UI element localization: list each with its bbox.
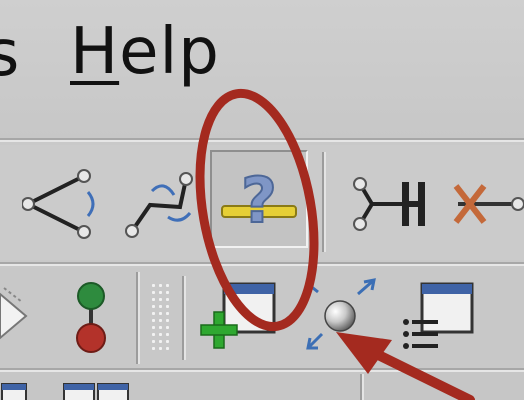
window-icon xyxy=(1,383,27,400)
add-window-button[interactable] xyxy=(200,282,280,352)
partial-toolbar-button[interactable] xyxy=(62,380,134,400)
arrow-right-button[interactable] xyxy=(0,282,34,352)
zoom-fit-icon xyxy=(306,278,376,350)
menu-separator-highlight xyxy=(0,140,524,142)
delete-bond-icon xyxy=(453,184,524,224)
query-help-icon: ? xyxy=(221,163,297,238)
atom-bond-button[interactable] xyxy=(68,278,114,358)
window-split-icon xyxy=(63,383,129,400)
toolbar-separator-highlight xyxy=(0,264,524,266)
hydrogen-bond-icon xyxy=(353,177,425,231)
angle-measure-button[interactable] xyxy=(22,168,100,240)
atom-bond-icon xyxy=(76,282,106,353)
hydrogen-bond-button[interactable] xyxy=(350,172,428,236)
menu-item-help[interactable]: Help xyxy=(70,20,220,84)
arrow-right-icon xyxy=(0,287,28,340)
add-window-icon xyxy=(200,282,276,349)
delete-bond-button[interactable] xyxy=(448,172,524,236)
torsion-measure-button[interactable] xyxy=(120,165,198,245)
list-window-button[interactable] xyxy=(400,282,480,352)
toolbar-separator xyxy=(182,276,186,360)
torsion-measure-icon xyxy=(125,172,193,238)
toolbar-separator xyxy=(322,152,326,252)
menu-item-partial[interactable]: s xyxy=(0,22,19,86)
menu-bar: s Help xyxy=(0,0,524,140)
angle-measure-icon xyxy=(22,169,95,239)
list-window-icon xyxy=(403,282,474,349)
toolbar-grip[interactable] xyxy=(150,282,172,354)
toolbar-separator xyxy=(136,272,140,364)
svg-text:?: ? xyxy=(241,164,277,237)
query-help-button[interactable]: ? xyxy=(210,150,308,248)
zoom-fit-button[interactable] xyxy=(300,276,384,356)
partial-toolbar-button[interactable] xyxy=(0,380,30,400)
toolbar-separator xyxy=(360,374,364,400)
